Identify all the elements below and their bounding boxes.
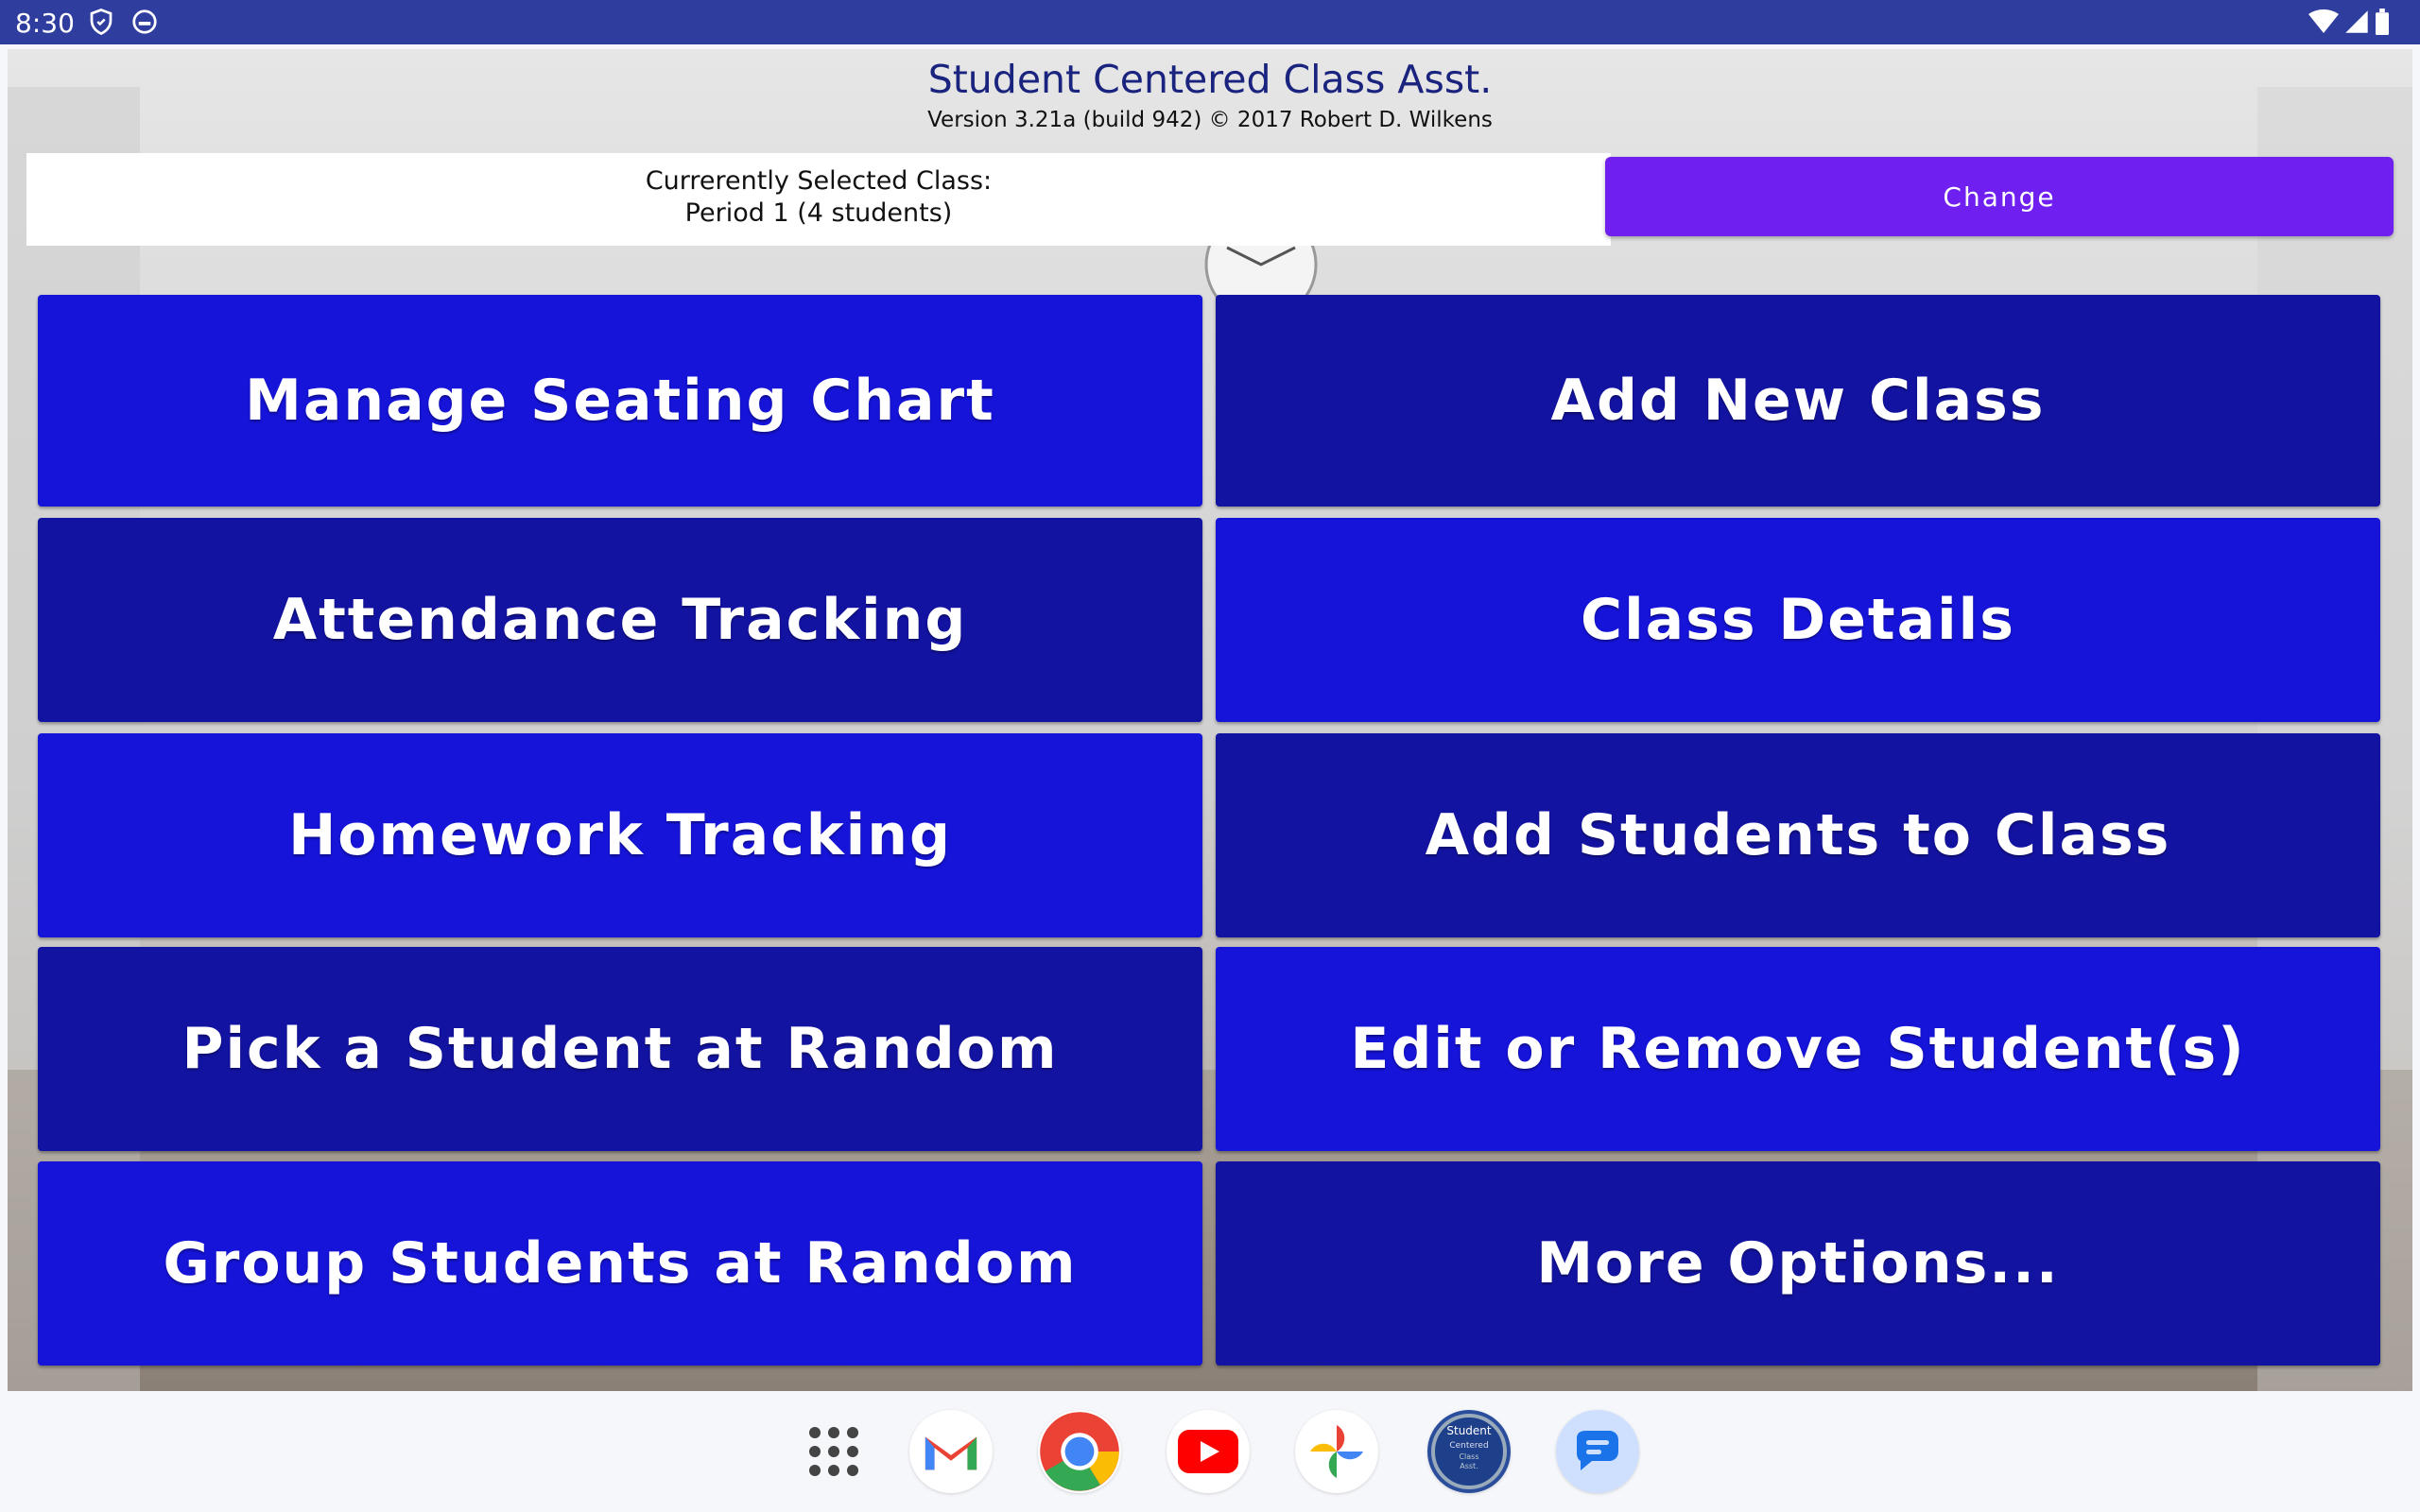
- signal-icon: [2345, 10, 2368, 33]
- app-window: Student Centered Class Asst. Version 3.2…: [8, 49, 2412, 1391]
- wifi-icon: [2308, 9, 2339, 33]
- add-new-class-button[interactable]: Add New Class: [1216, 295, 2380, 507]
- manage-seating-chart-button[interactable]: Manage Seating Chart: [38, 295, 1202, 507]
- homework-tracking-button[interactable]: Homework Tracking: [38, 733, 1202, 937]
- svg-text:Centered: Centered: [1449, 1441, 1488, 1451]
- svg-text:Student: Student: [1446, 1424, 1492, 1437]
- shield-icon: [87, 8, 115, 41]
- selected-class-label: Currerently Selected Class:: [645, 166, 993, 196]
- student-centered-app-icon[interactable]: Student Centered Class Asst.: [1427, 1410, 1511, 1493]
- add-students-button[interactable]: Add Students to Class: [1216, 733, 2380, 937]
- svg-text:Asst.: Asst.: [1460, 1462, 1478, 1470]
- more-options-button[interactable]: More Options...: [1216, 1161, 2380, 1366]
- group-students-random-button[interactable]: Group Students at Random: [38, 1161, 1202, 1366]
- edit-remove-students-button[interactable]: Edit or Remove Student(s): [1216, 947, 2380, 1151]
- change-class-button[interactable]: Change: [1605, 157, 2394, 236]
- status-icons: [2308, 9, 2390, 35]
- taskbar-dock: Student Centered Class Asst.: [0, 1391, 2420, 1512]
- svg-text:Class: Class: [1459, 1452, 1478, 1461]
- version-text: Version 3.21a (build 942) © 2017 Robert …: [927, 108, 1493, 132]
- selected-class-value: Period 1 (4 students): [684, 198, 953, 228]
- battery-icon: [2376, 9, 2389, 35]
- notification-app-icon: [130, 8, 159, 41]
- class-details-button[interactable]: Class Details: [1216, 518, 2380, 722]
- youtube-icon[interactable]: [1167, 1410, 1250, 1493]
- photos-icon[interactable]: [1295, 1410, 1378, 1493]
- status-time: 8:30: [15, 8, 75, 39]
- app-drawer-icon[interactable]: [792, 1410, 875, 1493]
- gmail-icon[interactable]: [909, 1410, 993, 1493]
- chrome-icon[interactable]: [1038, 1410, 1121, 1493]
- messages-icon[interactable]: [1556, 1410, 1639, 1493]
- status-bar: 8:30: [0, 0, 2420, 44]
- selected-class-panel: Currerently Selected Class: Period 1 (4 …: [26, 153, 1611, 246]
- pick-random-student-button[interactable]: Pick a Student at Random: [38, 947, 1202, 1151]
- app-title: Student Centered Class Asst.: [927, 57, 1493, 102]
- attendance-tracking-button[interactable]: Attendance Tracking: [38, 518, 1202, 722]
